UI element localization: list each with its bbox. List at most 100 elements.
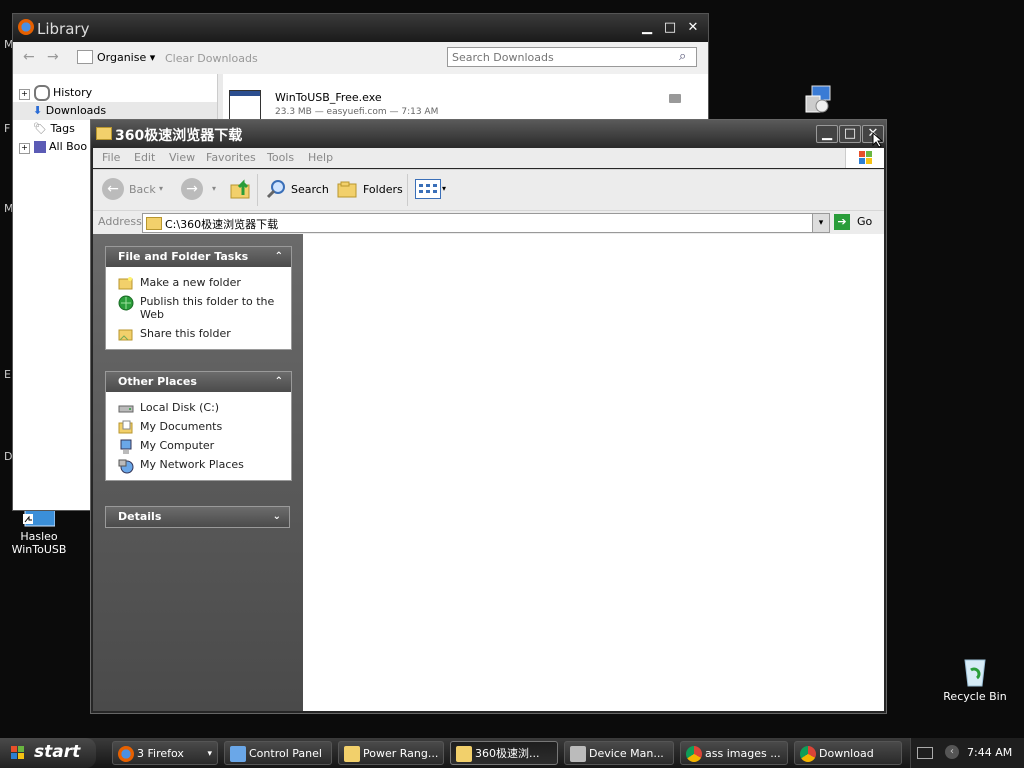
- back-dropdown-icon[interactable]: ▾: [159, 184, 163, 193]
- taskbar-button-control-panel[interactable]: Control Panel: [224, 741, 332, 765]
- folders-button[interactable]: Folders: [363, 179, 403, 201]
- menu-file[interactable]: File: [102, 151, 120, 164]
- panel-header[interactable]: Details ⌄: [105, 506, 290, 528]
- library-toolbar: ← → Organise ▾ Clear Downloads ⌕: [13, 42, 708, 75]
- task-make-new-folder[interactable]: Make a new folder: [106, 273, 291, 292]
- desktop-icon-recycle-bin[interactable]: Recycle Bin: [940, 656, 1010, 703]
- back-arrow-icon[interactable]: ←: [102, 178, 124, 200]
- forward-arrow-icon[interactable]: →: [47, 49, 59, 65]
- organise-button[interactable]: Organise ▾: [97, 51, 155, 64]
- download-arrow-icon: ⬇: [33, 104, 43, 117]
- clock-icon: [33, 85, 50, 101]
- panel-header[interactable]: Other Places ⌃: [106, 372, 291, 392]
- tree-item-tags[interactable]: 🏷 Tags: [33, 120, 75, 138]
- taskbar: start 3 Firefox ▾ Control Panel Power Ran…: [0, 738, 1024, 768]
- installer-icon[interactable]: [804, 84, 834, 114]
- go-button[interactable]: Go: [857, 215, 872, 228]
- download-meta: 23.3 MB — easyuefi.com — 7:13 AM: [275, 107, 439, 117]
- collapse-chevron-icon[interactable]: ⌃: [275, 372, 283, 392]
- exe-file-icon: [229, 90, 261, 122]
- forward-dropdown-icon[interactable]: ▾: [212, 184, 216, 193]
- search-button[interactable]: Search: [291, 179, 329, 201]
- system-tray: ‹ 7:44 AM: [910, 738, 1024, 768]
- menu-tools[interactable]: Tools: [267, 151, 294, 164]
- search-downloads-input[interactable]: [447, 47, 697, 67]
- place-local-disk[interactable]: Local Disk (C:): [106, 398, 291, 417]
- folder-icon: [96, 127, 112, 140]
- open-folder-icon[interactable]: [669, 94, 681, 103]
- taskbar-button-download[interactable]: Download: [794, 741, 902, 765]
- organise-icon: [77, 50, 93, 64]
- up-folder-icon[interactable]: [229, 177, 253, 201]
- minimize-button[interactable]: ▁: [637, 19, 657, 37]
- firefox-icon: [18, 19, 34, 35]
- show-hidden-icons-button[interactable]: ‹: [945, 745, 959, 759]
- expand-chevron-icon[interactable]: ⌄: [273, 507, 281, 527]
- menu-help[interactable]: Help: [308, 151, 333, 164]
- menu-edit[interactable]: Edit: [134, 151, 155, 164]
- group-dropdown-icon[interactable]: ▾: [207, 742, 212, 764]
- firefox-icon: [118, 746, 134, 762]
- address-label: Address: [98, 215, 142, 228]
- forward-arrow-icon[interactable]: →: [181, 178, 203, 200]
- folder-icon: [146, 217, 162, 230]
- tree-item-all-bookmarks[interactable]: + All Boo: [19, 138, 87, 156]
- tree-item-downloads[interactable]: ⬇ Downloads: [13, 102, 217, 120]
- chrome-icon: [800, 746, 816, 762]
- menu-view[interactable]: View: [169, 151, 195, 164]
- wintousb-icon: [23, 508, 56, 528]
- other-places-panel: Other Places ⌃ Local Disk (C:) My Documen…: [105, 371, 292, 481]
- windows-logo-icon: [10, 745, 26, 761]
- close-button[interactable]: ✕: [683, 19, 703, 37]
- search-icon[interactable]: [265, 178, 287, 200]
- search-icon[interactable]: ⌕: [679, 49, 686, 64]
- go-arrow-icon[interactable]: ➔: [834, 214, 850, 230]
- menu-favorites[interactable]: Favorites: [206, 151, 256, 164]
- library-titlebar[interactable]: Library ▁ □ ✕: [13, 14, 708, 42]
- download-filename[interactable]: WinToUSB_Free.exe: [275, 91, 382, 104]
- place-my-network-places[interactable]: My Network Places: [106, 455, 291, 474]
- minimize-button[interactable]: ▁: [816, 125, 838, 143]
- taskbar-button-device-manager[interactable]: Device Man...: [564, 741, 674, 765]
- maximize-button[interactable]: □: [839, 125, 861, 143]
- place-my-documents[interactable]: My Documents: [106, 417, 291, 436]
- control-panel-icon: [230, 746, 246, 762]
- taskbar-button-360-folder[interactable]: 360极速浏...: [450, 741, 558, 765]
- folders-icon[interactable]: [337, 179, 359, 199]
- start-button[interactable]: start: [0, 738, 96, 768]
- address-input[interactable]: C:\360极速浏览器下载 ▾: [142, 213, 830, 233]
- folder-icon: [456, 746, 472, 762]
- maximize-button[interactable]: □: [660, 19, 680, 37]
- recycle-bin-icon: [959, 656, 991, 688]
- back-arrow-icon[interactable]: ←: [23, 49, 35, 65]
- tree-item-history[interactable]: + History: [19, 84, 92, 102]
- library-title: Library: [37, 20, 90, 38]
- taskbar-button-chrome-images[interactable]: ass images ...: [680, 741, 788, 765]
- desktop-icon-hasleo-wintousb[interactable]: Hasleo WinToUSB: [4, 508, 74, 556]
- globe-icon: [118, 295, 134, 311]
- place-my-computer[interactable]: My Computer: [106, 436, 291, 455]
- my-documents-icon: [118, 420, 134, 434]
- folder-contents[interactable]: [303, 234, 884, 711]
- collapse-chevron-icon[interactable]: ⌃: [275, 247, 283, 267]
- task-publish-folder[interactable]: Publish this folder to the Web: [106, 292, 291, 324]
- desktop-icon-label-clipped: E: [4, 368, 11, 381]
- task-share-folder[interactable]: Share this folder: [106, 324, 291, 343]
- share-folder-icon: [118, 327, 134, 341]
- windows-logo-icon: [845, 148, 884, 168]
- clock[interactable]: 7:44 AM: [967, 746, 1012, 759]
- bookmarks-icon: [33, 141, 46, 153]
- back-button[interactable]: Back: [129, 179, 156, 201]
- explorer-titlebar[interactable]: 360极速浏览器下载 ▁ □ ✕: [91, 120, 886, 148]
- views-dropdown-icon[interactable]: ▾: [442, 184, 446, 193]
- panel-header[interactable]: File and Folder Tasks ⌃: [106, 247, 291, 267]
- computer-icon: [118, 439, 134, 454]
- views-icon[interactable]: [415, 179, 441, 199]
- clear-downloads-button[interactable]: Clear Downloads: [165, 52, 258, 65]
- taskbar-button-power-rangers[interactable]: Power Rang...: [338, 741, 444, 765]
- mouse-cursor-icon: [872, 131, 884, 151]
- keyboard-icon[interactable]: [917, 747, 933, 759]
- taskbar-button-firefox[interactable]: 3 Firefox ▾: [112, 741, 218, 765]
- address-path: C:\360极速浏览器下载: [165, 218, 279, 231]
- address-dropdown-icon[interactable]: ▾: [812, 214, 829, 232]
